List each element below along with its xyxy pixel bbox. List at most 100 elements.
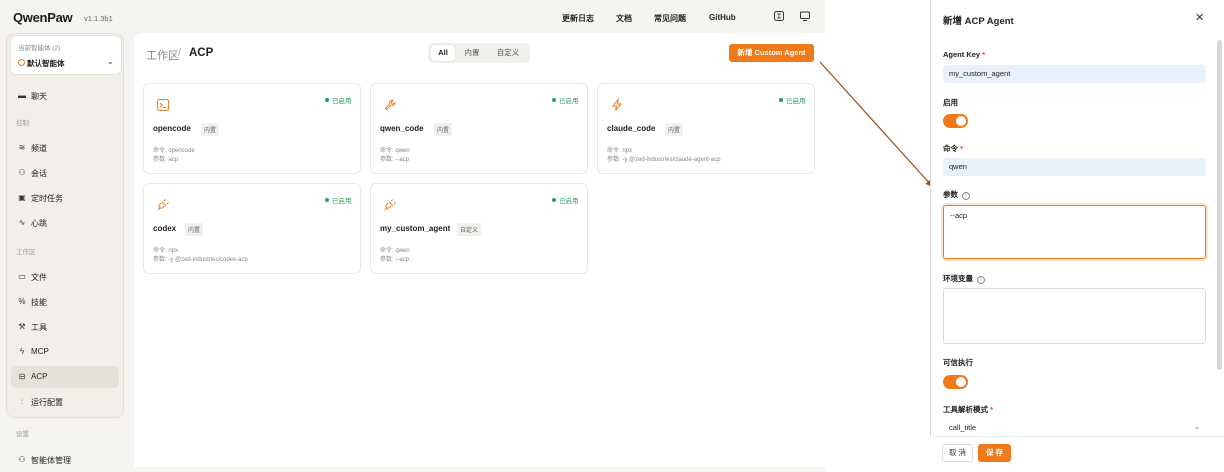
card-args: 参数: -y @zed-industries/codex-acp — [153, 257, 248, 263]
users-icon: ⚇ — [18, 168, 26, 177]
version-label: v1.1.3b1 — [84, 14, 113, 23]
pulse-icon: ∿ — [18, 218, 26, 227]
sidebar-item-label: 会话 — [31, 169, 47, 178]
card-args: 参数: --acp — [380, 157, 410, 163]
sidebar-item-agent-management[interactable]: ⚇ 智能体管理 — [11, 449, 119, 471]
lightning-icon: ϟ — [19, 347, 25, 356]
nav-github[interactable]: GitHub — [709, 13, 736, 22]
status-badge: 已启用 — [779, 95, 806, 105]
enabled-toggle[interactable] — [943, 114, 968, 128]
agent-card-qwen-code[interactable]: 已启用 qwen_code 内置 命令: qwen 参数: --acp — [370, 83, 588, 174]
terminal-icon — [157, 99, 169, 111]
sidebar-group-settings: 设置 — [16, 431, 29, 438]
cancel-button[interactable]: 取 消 — [942, 444, 973, 462]
card-tag: 内置 — [201, 123, 220, 136]
command-input[interactable]: qwen — [943, 158, 1206, 176]
wrench-icon: ⚒ — [18, 322, 26, 331]
agent-key-label: Agent Key * — [943, 50, 985, 59]
drawer-scrollbar[interactable] — [1217, 40, 1222, 370]
toggle-knob — [956, 116, 966, 126]
trusted-toggle[interactable] — [943, 375, 968, 389]
parser-select[interactable]: call_title ⌄ — [943, 419, 1206, 437]
args-label-text: 参数 — [943, 190, 958, 199]
sidebar-item-runtime-config[interactable]: ⫶ 运行配置 — [11, 391, 119, 413]
card-title: codex — [153, 224, 177, 233]
sidebar-item-mcp[interactable]: ϟ MCP — [11, 341, 119, 363]
info-icon[interactable]: i — [962, 192, 970, 200]
nav-changelog[interactable]: 更新日志 — [562, 13, 594, 24]
card-title: opencode — [153, 124, 191, 133]
required-mark: * — [982, 50, 986, 59]
agent-key-input[interactable]: my_custom_agent — [943, 65, 1206, 83]
agent-selector[interactable]: 当前智能体 (2) 默认智能体 ⌄ — [10, 35, 122, 75]
sidebar-item-heartbeat[interactable]: ∿ 心跳 — [11, 212, 119, 234]
sidebar-item-label: 文件 — [31, 273, 47, 282]
filter-all[interactable]: All — [431, 45, 455, 61]
filter-custom[interactable]: 自定义 — [490, 45, 526, 61]
sidebar-item-acp[interactable]: ⊟ ACP — [11, 366, 119, 388]
env-textarea[interactable] — [943, 288, 1206, 344]
card-tag: 内置 — [185, 223, 204, 236]
save-button[interactable]: 保 存 — [978, 444, 1011, 462]
agent-card-codex[interactable]: 已启用 codex 内置 命令: npx 参数: -y @zed-industr… — [143, 183, 361, 274]
agent-card-my-custom-agent[interactable]: 已启用 my_custom_agent 自定义 命令: qwen 参数: --a… — [370, 183, 588, 274]
env-label: 环境变量 i — [943, 273, 985, 284]
args-label: 参数 i — [943, 189, 970, 200]
card-tag: 内置 — [434, 123, 453, 136]
brand-logo[interactable]: QwenPaw — [13, 10, 73, 25]
command-label: 命令 * — [943, 143, 963, 154]
sidebar-item-label: 技能 — [31, 298, 47, 307]
agent-icon — [18, 59, 25, 66]
agent-icon: ⚇ — [18, 455, 26, 464]
folder-icon: ▭ — [18, 272, 26, 281]
info-icon[interactable]: i — [977, 276, 985, 284]
plug-icon — [384, 199, 396, 211]
status-badge: 已启用 — [325, 95, 352, 105]
agent-card-claude-code[interactable]: 已启用 claude_code 内置 命令: npx 参数: -y @zed-i… — [597, 83, 815, 174]
card-args: 参数: -y @zed-industries/claude-agent-acp — [607, 157, 721, 163]
page-title: ACP — [189, 47, 214, 59]
close-icon[interactable]: ✕ — [1195, 11, 1204, 24]
sidebar-group-workspace: 工作区 — [16, 249, 36, 256]
enabled-label: 启用 — [943, 98, 958, 107]
card-args: 参数: --acp — [380, 257, 410, 263]
sidebar-item-files[interactable]: ▭ 文件 — [11, 266, 119, 288]
card-title: my_custom_agent — [380, 224, 451, 233]
parser-select-value: call_title — [949, 423, 977, 432]
status-badge: 已启用 — [552, 195, 579, 205]
sidebar-item-skills[interactable]: % 技能 — [11, 291, 119, 313]
sidebar-item-channels[interactable]: ≋ 频道 — [11, 137, 119, 159]
sidebar-item-label: 聊天 — [31, 92, 47, 101]
command-label-text: 命令 — [943, 144, 958, 153]
card-command: 命令: npx — [153, 248, 179, 254]
monitor-icon[interactable] — [799, 10, 811, 22]
sidebar-item-cron[interactable]: ▣ 定时任务 — [11, 187, 119, 209]
agent-key-label-text: Agent Key — [943, 50, 981, 59]
nav-faq[interactable]: 常见问题 — [654, 13, 686, 24]
breadcrumb-parent[interactable]: 工作区 — [146, 47, 179, 63]
card-command: 命令: opencode — [153, 148, 195, 154]
card-command: 命令: qwen — [380, 248, 410, 254]
sidebar-item-tools[interactable]: ⚒ 工具 — [11, 316, 119, 338]
card-title: qwen_code — [380, 124, 424, 133]
card-tag: 自定义 — [457, 223, 482, 236]
calendar-icon: ▣ — [18, 193, 26, 202]
sidebar-item-label: 运行配置 — [31, 398, 63, 407]
filter-builtin[interactable]: 内置 — [459, 45, 485, 61]
agent-card-opencode[interactable]: 已启用 opencode 内置 命令: opencode 参数: acp — [143, 83, 361, 174]
status-badge: 已启用 — [325, 195, 352, 205]
wifi-icon: ≋ — [18, 143, 26, 152]
sidebar-item-chat[interactable]: ▬ 聊天 — [11, 85, 119, 107]
breadcrumb-separator: / — [178, 47, 182, 59]
agent-selector-name: 默认智能体 — [27, 59, 65, 68]
args-textarea[interactable]: --acp — [943, 205, 1206, 259]
nav-docs[interactable]: 文档 — [616, 13, 632, 24]
new-custom-agent-button[interactable]: 新增 Custom Agent — [729, 44, 814, 62]
drawer-title: 新增 ACP Agent — [943, 16, 1014, 27]
sidebar-item-label: ACP — [31, 372, 48, 381]
lightning-icon — [611, 98, 623, 111]
sidebar-item-label: 定时任务 — [31, 194, 63, 203]
sidebar-item-sessions[interactable]: ⚇ 会话 — [11, 162, 119, 184]
skills-icon: % — [18, 297, 26, 306]
language-icon[interactable] — [773, 10, 785, 22]
